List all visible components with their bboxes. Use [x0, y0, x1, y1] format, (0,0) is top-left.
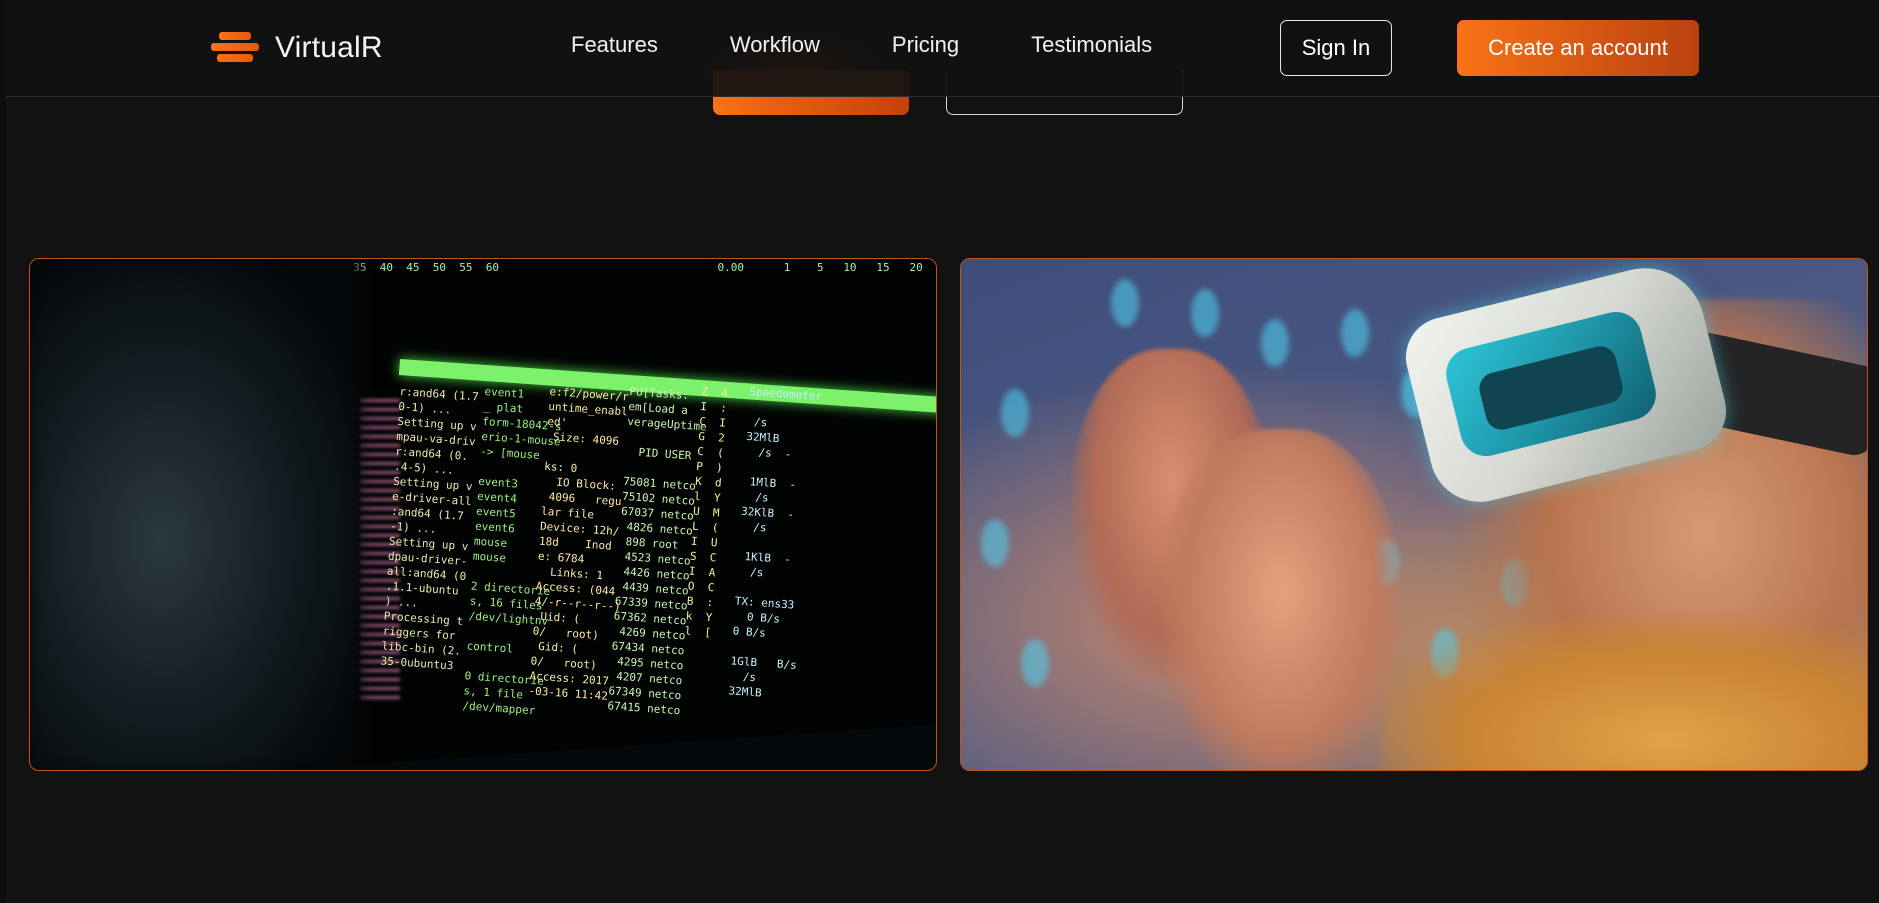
- vr-headset-image: [960, 258, 1868, 771]
- light-dot: [1001, 389, 1029, 437]
- light-dot: [1341, 309, 1369, 357]
- nav-links: Features Workflow Pricing Testimonials: [571, 32, 1152, 58]
- stacked-bars-logo-icon: [209, 30, 261, 66]
- sign-in-button[interactable]: Sign In: [1280, 20, 1392, 76]
- navbar: VirtualR Features Workflow Pricing Testi…: [6, 0, 1879, 97]
- brand-name: VirtualR: [275, 31, 383, 64]
- code-terminal-image: 35 40 45 50 55 60 0.00 1 5 10 15 20 25 3…: [29, 258, 937, 771]
- vr-shirt: [1381, 619, 1867, 770]
- nav-link-features[interactable]: Features: [571, 32, 658, 58]
- nav-link-pricing[interactable]: Pricing: [892, 32, 959, 58]
- light-dot: [1021, 639, 1049, 687]
- light-dot: [1111, 279, 1139, 327]
- light-dot: [1261, 319, 1289, 367]
- light-dot: [1191, 289, 1219, 337]
- page: VirtualR Features Workflow Pricing Testi…: [6, 0, 1879, 903]
- light-dot: [981, 519, 1009, 567]
- nav-link-testimonials[interactable]: Testimonials: [1031, 32, 1152, 58]
- terminal-ruler: 35 40 45 50 55 60 0.00 1 5 10 15 20 25 3…: [353, 261, 923, 274]
- foreground-blur: [30, 259, 360, 770]
- brand-logo[interactable]: VirtualR: [209, 28, 383, 68]
- nav-link-workflow[interactable]: Workflow: [730, 32, 820, 58]
- create-account-button[interactable]: Create an account: [1457, 20, 1699, 76]
- vr-hand-right: [1161, 429, 1401, 770]
